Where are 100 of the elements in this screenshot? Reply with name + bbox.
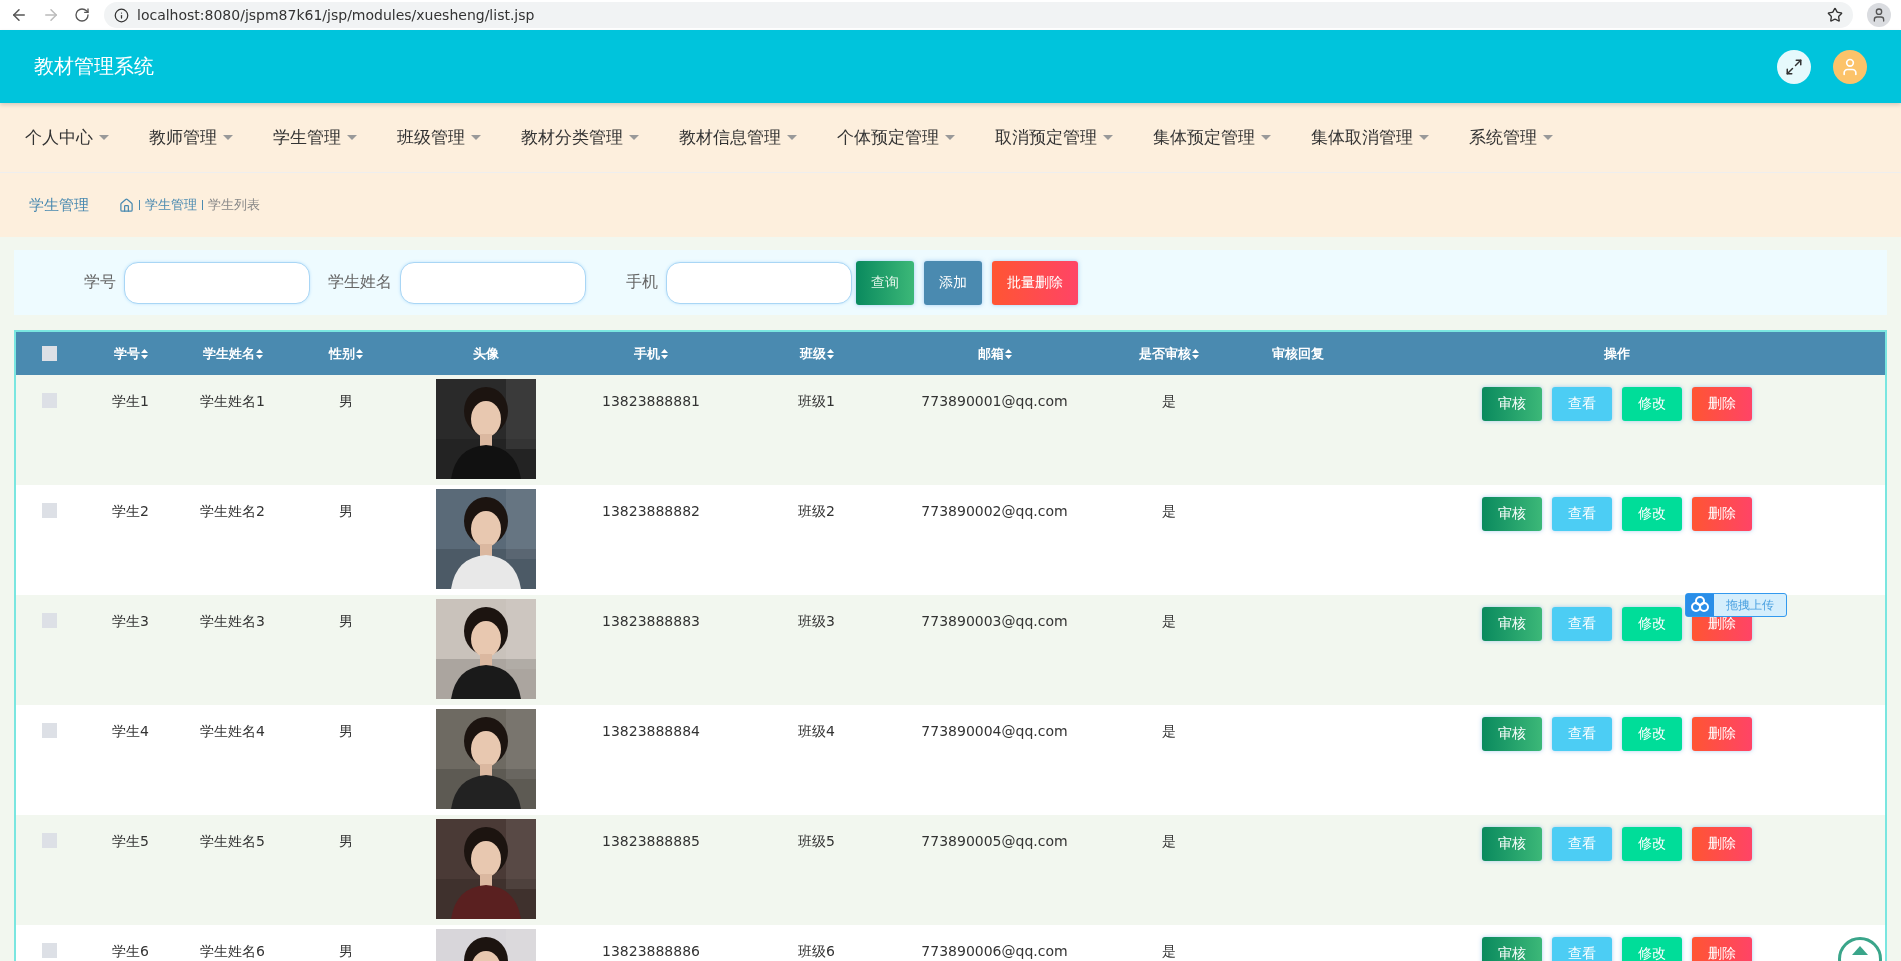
nav-menu-item[interactable]: 集体取消管理 [1300, 126, 1440, 149]
edit-button[interactable]: 修改 [1622, 497, 1682, 531]
reload-icon[interactable] [74, 7, 90, 23]
search-field[interactable] [124, 261, 310, 304]
row-checkbox[interactable] [42, 943, 57, 958]
url-text: localhost:8080/jspm87k61/jsp/modules/xuesheng/list.jsp [137, 7, 535, 23]
add-button[interactable]: 添加 [924, 260, 982, 305]
profile-icon[interactable] [1867, 3, 1891, 27]
upload-popup[interactable]: 拖拽上传 [1685, 593, 1787, 617]
caret-icon [347, 135, 357, 140]
caret-icon [945, 135, 955, 140]
column-header[interactable]: 学号 [83, 344, 178, 363]
edit-button[interactable]: 修改 [1622, 827, 1682, 861]
review-button[interactable]: 审核 [1482, 717, 1542, 751]
caret-icon [1419, 135, 1429, 140]
back-icon[interactable] [10, 6, 28, 24]
table-cell-text: 学生姓名3 [199, 612, 266, 631]
nav-menu-item[interactable]: 取消预定管理 [984, 126, 1124, 149]
nav-menu-item[interactable]: 教材分类管理 [510, 126, 650, 149]
edit-button[interactable]: 修改 [1622, 607, 1682, 641]
home-icon[interactable] [119, 197, 134, 213]
caret-icon [787, 135, 797, 140]
fullscreen-button[interactable] [1777, 49, 1811, 84]
review-button[interactable]: 审核 [1482, 497, 1542, 531]
review-button[interactable]: 审核 [1482, 827, 1542, 861]
sort-icon [355, 348, 363, 359]
search-field[interactable] [400, 261, 586, 304]
table-cell-text: 是 [1160, 502, 1177, 521]
forward-icon[interactable] [42, 6, 60, 24]
table-cell-text: 773890001@qq.com [920, 392, 1069, 409]
edit-button[interactable]: 修改 [1622, 717, 1682, 751]
select-all-checkbox[interactable] [42, 346, 57, 361]
nav-menu-item[interactable]: 系统管理 [1458, 126, 1564, 149]
row-checkbox[interactable] [42, 723, 57, 738]
caret-icon [1543, 135, 1553, 140]
delete-button[interactable]: 删除 [1692, 937, 1752, 961]
caret-icon [99, 135, 109, 140]
delete-button[interactable]: 删除 [1692, 497, 1752, 531]
view-button[interactable]: 查看 [1552, 717, 1612, 751]
sort-icon [255, 348, 263, 359]
table-cell-text: 学生姓名2 [199, 502, 266, 521]
bookmark-icon[interactable] [1827, 7, 1843, 23]
expand-icon [1785, 57, 1803, 76]
column-header[interactable]: 学生姓名 [178, 344, 287, 363]
table-cell-text: 班级1 [797, 392, 836, 411]
breadcrumb-item[interactable]: 学生管理 [145, 196, 197, 214]
user-icon [1840, 56, 1860, 77]
row-checkbox[interactable] [42, 503, 57, 518]
delete-button[interactable]: 删除 [1692, 387, 1752, 421]
table-cell-text: 773890003@qq.com [920, 612, 1069, 629]
table-cell-text: 学生2 [111, 502, 150, 521]
view-button[interactable]: 查看 [1552, 827, 1612, 861]
nav-menu-item[interactable]: 集体预定管理 [1142, 126, 1282, 149]
app-title: 教材管理系统 [34, 53, 155, 80]
table-cell-text: 班级2 [797, 502, 836, 521]
view-button[interactable]: 查看 [1552, 607, 1612, 641]
column-header[interactable]: 手机 [567, 344, 735, 363]
table-cell-text: 773890006@qq.com [920, 942, 1069, 959]
delete-button[interactable]: 删除 [1692, 827, 1752, 861]
review-button[interactable]: 审核 [1482, 937, 1542, 961]
table-cell-text: 班级4 [797, 722, 836, 741]
search-field[interactable] [666, 261, 852, 304]
table-cell-text: 班级3 [797, 612, 836, 631]
search-button[interactable]: 查询 [856, 260, 914, 305]
table-cell-text: 13823888882 [601, 502, 701, 519]
delete-button[interactable]: 批量删除 [992, 260, 1078, 305]
field-label: 手机 [626, 272, 658, 293]
column-header: 头像 [471, 344, 500, 363]
view-button[interactable]: 查看 [1552, 937, 1612, 961]
column-header[interactable]: 邮箱 [898, 344, 1091, 363]
nav-menu-item[interactable]: 个体预定管理 [826, 126, 966, 149]
table-cell-text: 13823888883 [601, 612, 701, 629]
column-header[interactable]: 性别 [287, 344, 404, 363]
caret-icon [223, 135, 233, 140]
sort-icon [826, 348, 834, 359]
table-cell-text: 男 [337, 942, 354, 961]
column-header[interactable]: 是否审核 [1091, 344, 1246, 363]
address-bar[interactable]: localhost:8080/jspm87k61/jsp/modules/xuesheng/list.jsp [104, 2, 1853, 28]
review-button[interactable]: 审核 [1482, 387, 1542, 421]
nav-menu-item[interactable]: 学生管理 [262, 126, 368, 149]
table-cell-text: 学生6 [111, 942, 150, 961]
table-cell-text: 男 [337, 612, 354, 631]
view-button[interactable]: 查看 [1552, 497, 1612, 531]
view-button[interactable]: 查看 [1552, 387, 1612, 421]
nav-menu-item[interactable]: 教材信息管理 [668, 126, 808, 149]
nav-menu-item[interactable]: 个人中心 [14, 126, 120, 149]
edit-button[interactable]: 修改 [1622, 387, 1682, 421]
column-header[interactable]: 班级 [735, 344, 898, 363]
nav-menu-item[interactable]: 班级管理 [386, 126, 492, 149]
table-cell-text: 班级6 [797, 942, 836, 961]
sort-icon [661, 348, 668, 359]
table-cell-text: 学生姓名5 [199, 832, 266, 851]
edit-button[interactable]: 修改 [1622, 937, 1682, 961]
table-cell-text: 13823888885 [601, 832, 701, 849]
table-cell-text: 班级5 [797, 832, 836, 851]
delete-button[interactable]: 删除 [1692, 717, 1752, 751]
table-cell-text: 13823888881 [601, 392, 701, 409]
review-button[interactable]: 审核 [1482, 607, 1542, 641]
user-avatar-button[interactable] [1833, 49, 1867, 84]
nav-menu-item[interactable]: 教师管理 [138, 126, 244, 149]
